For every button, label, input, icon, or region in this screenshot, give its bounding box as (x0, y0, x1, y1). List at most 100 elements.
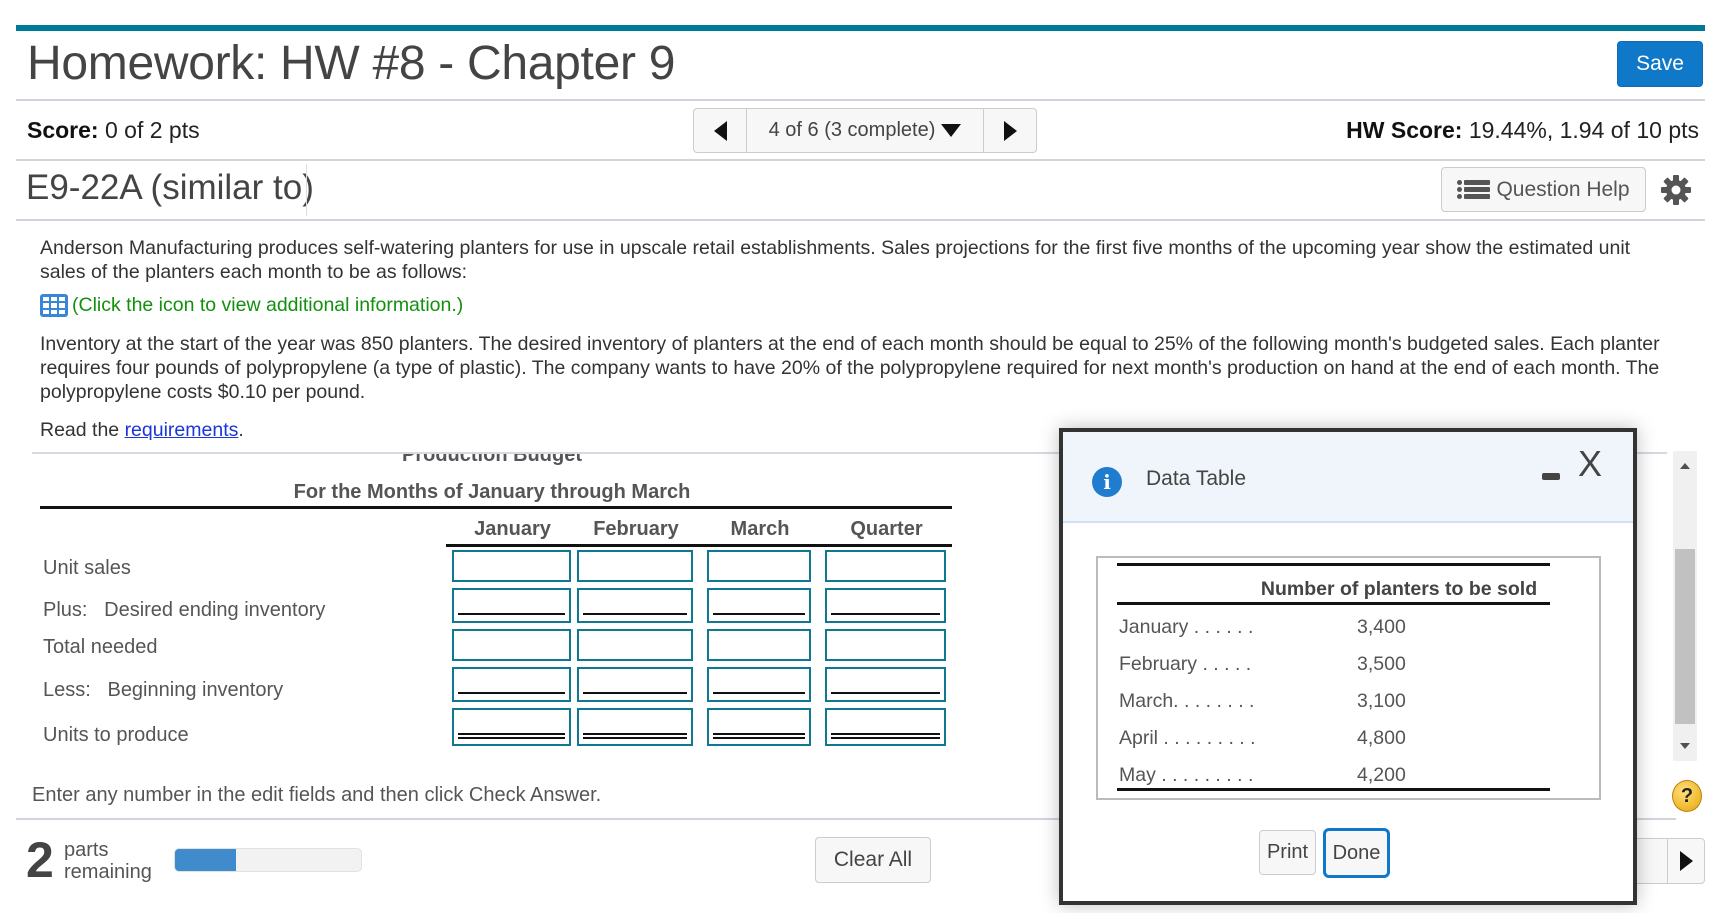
save-button[interactable]: Save (1617, 41, 1703, 87)
divider (16, 219, 1705, 221)
parts-label-line1: parts (64, 839, 109, 861)
month-label: May . . . . . . . . . (1119, 764, 1254, 786)
next-button[interactable] (1668, 839, 1704, 883)
budget-cell-february[interactable] (577, 550, 693, 582)
single-underline (458, 692, 565, 694)
budget-input[interactable] (581, 592, 689, 613)
month-label: March. . . . . . . . (1119, 690, 1255, 712)
scroll-down-arrow-icon[interactable] (1680, 743, 1690, 749)
budget-cell-quarter[interactable] (825, 708, 946, 746)
rule (446, 544, 952, 547)
gear-icon[interactable] (1660, 174, 1692, 206)
data-table-row: March. . . . . . . . 3,100 (1119, 690, 1549, 726)
single-underline (583, 692, 687, 694)
data-table-dialog: i Data Table X Number of planters to be … (1059, 428, 1637, 905)
rule (1117, 788, 1550, 791)
info-icon: i (1092, 467, 1122, 497)
budget-input[interactable] (829, 554, 942, 572)
budget-title: Production Budget (402, 454, 582, 466)
budget-cell-january[interactable] (452, 550, 571, 582)
budget-input[interactable] (456, 633, 567, 651)
question-navigator: 4 of 6 (3 complete) (693, 108, 1037, 153)
next-question-button[interactable] (983, 109, 1036, 152)
planters-sold-value: 4,800 (1357, 727, 1406, 749)
close-icon[interactable]: X (1578, 444, 1602, 484)
requirements-prefix: Read the (40, 419, 125, 441)
double-underline (583, 733, 687, 735)
budget-cell-january[interactable] (452, 708, 571, 746)
clear-all-button[interactable]: Clear All (815, 837, 931, 883)
rule (1117, 602, 1550, 605)
separator (306, 164, 307, 216)
budget-input[interactable] (581, 671, 689, 692)
previous-question-button[interactable] (694, 109, 747, 152)
data-table-row: April . . . . . . . . . 4,800 (1119, 727, 1549, 763)
budget-cell-february[interactable] (577, 588, 693, 623)
budget-input[interactable] (711, 671, 807, 692)
minimize-icon[interactable] (1542, 473, 1560, 480)
arrow-right-icon (1003, 120, 1017, 141)
budget-cell-february[interactable] (577, 667, 693, 702)
requirements-suffix: . (238, 419, 244, 441)
budget-cell-quarter[interactable] (825, 629, 946, 661)
budget-cell-january[interactable] (452, 667, 571, 702)
budget-cell-march[interactable] (707, 667, 811, 702)
done-button[interactable]: Done (1323, 828, 1390, 878)
budget-cell-february[interactable] (577, 708, 693, 746)
budget-cell-february[interactable] (577, 629, 693, 661)
problem-text-details: Inventory at the start of the year was 8… (40, 333, 1660, 403)
budget-cell-march[interactable] (707, 550, 811, 582)
planters-sold-value: 3,400 (1357, 616, 1406, 638)
single-underline (713, 692, 805, 694)
table-icon[interactable] (40, 294, 68, 317)
double-underline (458, 733, 565, 735)
question-select-dropdown[interactable]: 4 of 6 (3 complete) (747, 109, 983, 152)
budget-input[interactable] (711, 633, 807, 651)
column-header-quarter: Quarter (850, 518, 923, 540)
budget-input[interactable] (456, 554, 567, 572)
scrollbar[interactable] (1673, 451, 1697, 761)
budget-cell-quarter[interactable] (825, 588, 946, 623)
budget-input[interactable] (711, 554, 807, 572)
budget-cell-march[interactable] (707, 629, 811, 661)
budget-cell-quarter[interactable] (825, 550, 946, 582)
dialog-header: i Data Table X (1063, 432, 1633, 523)
accent-bar (16, 25, 1705, 31)
scroll-up-arrow-icon[interactable] (1680, 463, 1690, 469)
planters-sold-value: 4,200 (1357, 764, 1406, 786)
budget-cell-quarter[interactable] (825, 667, 946, 702)
budget-input[interactable] (456, 592, 567, 613)
row-label-unit-sales: Unit sales (43, 557, 131, 579)
data-table-row: February . . . . . 3,500 (1119, 653, 1549, 689)
budget-input[interactable] (711, 592, 807, 613)
print-button[interactable]: Print (1259, 830, 1316, 875)
budget-subtitle: For the Months of January through March (293, 481, 691, 503)
budget-input[interactable] (829, 633, 942, 651)
question-help-button[interactable]: Question Help (1441, 167, 1646, 212)
budget-input[interactable] (829, 671, 942, 692)
budget-input[interactable] (829, 592, 942, 613)
progress-fill (175, 849, 237, 871)
divider (16, 99, 1705, 101)
additional-info-text[interactable]: (Click the icon to view additional infor… (72, 294, 463, 317)
column-header-march: March (730, 518, 790, 540)
help-icon[interactable]: ? (1672, 780, 1702, 812)
data-table-row: January . . . . . . 3,400 (1119, 616, 1549, 652)
caret-down-icon (941, 124, 962, 137)
page-title: Homework: HW #8 - Chapter 9 (27, 37, 676, 90)
single-underline (831, 613, 940, 615)
budget-cell-march[interactable] (707, 588, 811, 623)
budget-input[interactable] (581, 554, 689, 572)
scroll-thumb[interactable] (1675, 549, 1695, 724)
check-answer-nav (1630, 838, 1705, 884)
budget-cell-january[interactable] (452, 588, 571, 623)
budget-cell-january[interactable] (452, 629, 571, 661)
budget-input[interactable] (581, 633, 689, 651)
requirements-link[interactable]: requirements (125, 419, 239, 441)
budget-input[interactable] (456, 671, 567, 692)
parts-label-line2: remaining (64, 861, 152, 883)
hw-score-label: HW Score: (1346, 117, 1463, 143)
budget-cell-march[interactable] (707, 708, 811, 746)
additional-info-link[interactable]: (Click the icon to view additional infor… (40, 294, 463, 317)
single-underline (831, 692, 940, 694)
